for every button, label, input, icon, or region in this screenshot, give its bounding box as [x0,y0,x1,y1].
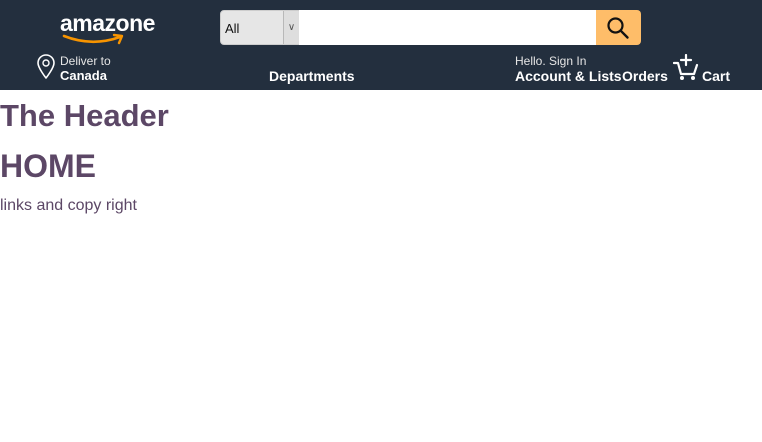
top-navbar: amazone All ∨ Deliver to Canada Departme… [0,0,762,90]
search-button[interactable] [596,10,641,45]
location-pin-icon [37,54,55,79]
search-category-value: All [225,21,240,36]
account-lists-label: Account & Lists [515,68,622,84]
search-category-select[interactable]: All ∨ [220,10,299,45]
search-bar: All ∨ [220,10,641,45]
departments-link[interactable]: Departments [269,68,355,84]
deliver-to-location[interactable]: Deliver to Canada [36,54,156,86]
deliver-to-label: Deliver to [60,54,111,68]
sign-in-greeting: Hello. Sign In [515,54,587,68]
search-icon [607,17,629,39]
cart-icon [673,54,699,80]
search-input[interactable] [299,10,596,45]
cart-button[interactable]: Cart [673,54,733,86]
page-title: HOME [0,148,96,184]
chevron-down-icon: ∨ [283,11,299,44]
orders-link[interactable]: Orders [622,68,668,84]
deliver-country: Canada [60,68,107,83]
footer-text: links and copy right [0,197,137,214]
amazone-logo[interactable]: amazone [60,10,170,46]
cart-label: Cart [702,68,731,84]
page-header-text: The Header [0,98,169,133]
logo-smile-icon [62,33,124,45]
